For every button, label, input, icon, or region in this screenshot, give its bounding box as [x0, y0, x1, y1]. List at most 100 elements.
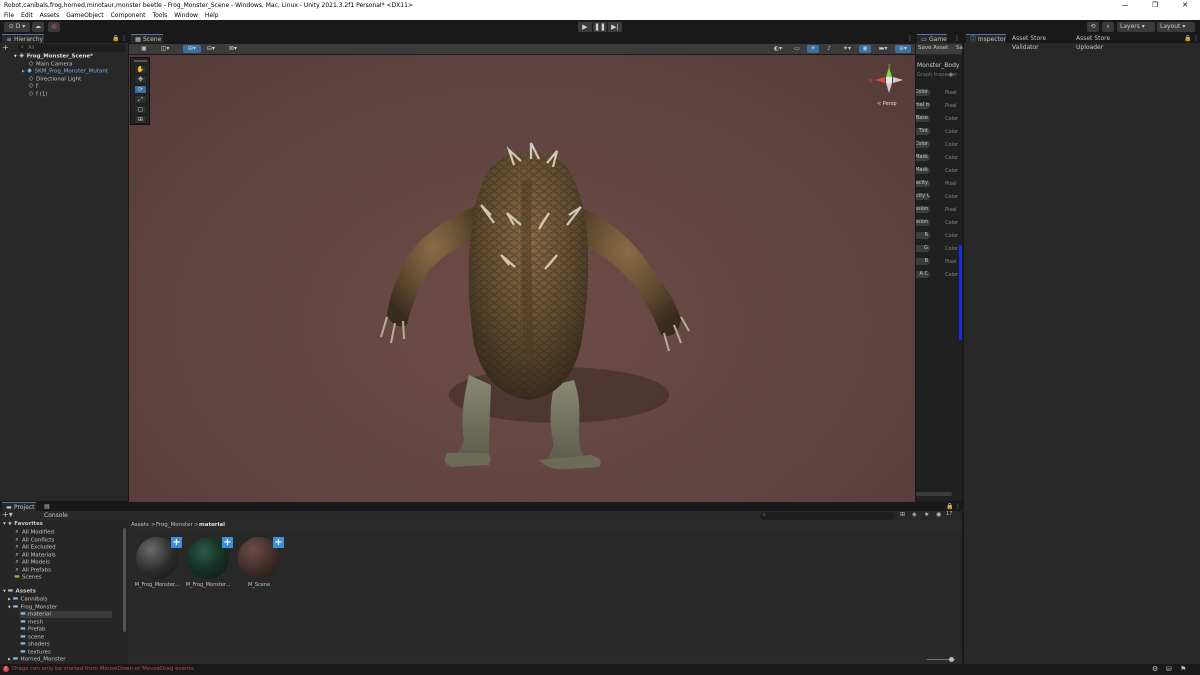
render-mode-button[interactable]: ◐▾: [769, 45, 787, 53]
draw-mode-button[interactable]: ▣: [137, 45, 151, 53]
tree-scrollbar[interactable]: [123, 528, 126, 632]
favorite-item[interactable]: ⌕ All Models: [14, 559, 50, 566]
collab-icon[interactable]: ◍: [48, 22, 60, 32]
minimize-button[interactable]: —: [1110, 0, 1140, 11]
layers-dropdown[interactable]: Layers ▾: [1117, 22, 1155, 32]
effects-button[interactable]: ✦▾: [839, 45, 855, 53]
status-message[interactable]: Drags can only be started from MouseDown…: [12, 666, 194, 672]
menu-file[interactable]: File: [4, 11, 14, 20]
search-icon[interactable]: ⌕: [1102, 22, 1114, 32]
folder-item[interactable]: ▸ ▬ Horned_Monster: [8, 656, 66, 663]
favorite-search-icon[interactable]: ★: [924, 511, 929, 518]
property-pill[interactable]: Mask: [916, 154, 930, 161]
lock-icon[interactable]: 🔒: [112, 35, 119, 42]
folder-item[interactable]: ▬ textures: [20, 648, 51, 656]
camera-button[interactable]: ▬▾: [875, 45, 891, 53]
property-pill[interactable]: Color: [916, 141, 930, 148]
property-pill[interactable]: Opacity C: [916, 193, 930, 200]
scene-viewport[interactable]: ✋ ✥ ⟳ ⤢ ▢ ⊞ y x < Persp: [129, 55, 915, 502]
menu-edit[interactable]: Edit: [21, 11, 33, 20]
more-icon[interactable]: ⋮: [1193, 35, 1199, 42]
account-button[interactable]: ⊙ D ▾: [4, 22, 30, 32]
lock-icon[interactable]: 🔒: [946, 503, 953, 510]
folder-item[interactable]: ▬ shaders: [20, 641, 50, 648]
menu-assets[interactable]: Assets: [40, 11, 60, 20]
favorite-item[interactable]: ⌕ All Conflicts: [14, 536, 54, 544]
play-button[interactable]: ▶: [578, 22, 592, 32]
maximize-button[interactable]: ❐: [1140, 0, 1170, 11]
menu-gameobject[interactable]: GameObject: [66, 11, 103, 20]
folder-item[interactable]: ▾ ▬ Frog_Monster: [8, 603, 57, 611]
tab-inspector[interactable]: ⓘ Inspector: [966, 34, 1006, 43]
hidden-packages-icon[interactable]: ◉: [936, 511, 941, 518]
breadcrumb-frog-monster[interactable]: Frog_Monster: [156, 522, 193, 528]
favorite-item[interactable]: ⌕ All Materials: [14, 551, 55, 559]
menu-window[interactable]: Window: [174, 11, 198, 20]
more-icon[interactable]: ⋮: [121, 35, 127, 42]
folder-item[interactable]: ▸ ▬ Cannibals: [8, 596, 47, 603]
menu-tools[interactable]: Tools: [152, 11, 167, 20]
lighting-toggle[interactable]: ☀: [807, 45, 819, 53]
status-icon-1[interactable]: ⚙: [1152, 665, 1158, 673]
shading-mode-button[interactable]: ◫▾: [157, 45, 173, 53]
property-pill[interactable]: Mask: [916, 167, 930, 174]
hierarchy-search-input[interactable]: ⌕ All: [18, 44, 126, 52]
property-pill[interactable]: Emission: [916, 206, 930, 213]
history-icon[interactable]: ⟲: [1087, 22, 1099, 32]
asset-item[interactable]: + M_Scene: [236, 537, 284, 588]
tab-game[interactable]: ▭ Game: [917, 34, 947, 43]
more-icon[interactable]: ⋮: [907, 35, 913, 42]
layout-dropdown[interactable]: Layout ▾: [1157, 22, 1195, 32]
assets-header[interactable]: ▾ ▬ Assets: [3, 588, 36, 595]
status-icon-3[interactable]: ⚑: [1180, 665, 1186, 673]
step-button[interactable]: ▶|: [608, 22, 622, 32]
snap-increment-button[interactable]: ⊠▾: [225, 45, 241, 53]
favorites-header[interactable]: ▾ ★ Favorites: [3, 521, 43, 528]
status-icon-2[interactable]: ⛁: [1166, 665, 1172, 673]
cloud-icon[interactable]: ☁: [32, 22, 44, 32]
tab-scene[interactable]: ▦ Scene: [131, 34, 163, 43]
tab-asset-store-uploader[interactable]: Asset Store Uploader: [1072, 34, 1138, 51]
project-search-input[interactable]: ⌕: [760, 512, 894, 520]
hierarchy-item[interactable]: ▾ ◈ Frog_Monster_Scene*: [14, 53, 93, 60]
add-icon[interactable]: +: [222, 537, 233, 548]
hierarchy-item[interactable]: ▸ ◆ SKM_Frog_Monster_Mutant: [22, 68, 108, 75]
gizmos-button[interactable]: ⊕▾: [895, 45, 911, 53]
pause-button[interactable]: ❚❚: [593, 22, 607, 32]
asset-item[interactable]: + M_Frog_Monster...: [134, 537, 182, 588]
create-asset-button[interactable]: +▾: [2, 511, 13, 519]
add-object-button[interactable]: +: [2, 44, 10, 52]
property-pill[interactable]: Opacity: [916, 180, 930, 187]
frog-monster-model[interactable]: [129, 55, 915, 502]
zoom-slider-handle[interactable]: [949, 657, 954, 662]
property-pill[interactable]: Base: [916, 115, 930, 122]
property-pill[interactable]: Emission C: [916, 219, 930, 226]
breadcrumb-assets[interactable]: Assets: [131, 522, 149, 528]
add-property-button[interactable]: +: [948, 71, 954, 79]
visibility-toggle[interactable]: ◉: [859, 45, 871, 53]
property-pill[interactable]: Color: [916, 89, 930, 96]
save-as-button[interactable]: Sa: [956, 45, 963, 51]
horizontal-scrollbar[interactable]: [916, 492, 952, 496]
property-pill[interactable]: R: [916, 232, 930, 239]
property-pill[interactable]: A C: [916, 271, 930, 278]
folder-item[interactable]: ▬ Prefab: [20, 626, 45, 633]
lock-icon[interactable]: 🔒: [1184, 35, 1191, 42]
save-asset-button[interactable]: Save Asset: [918, 45, 948, 51]
error-icon[interactable]: !: [3, 666, 9, 672]
folder-item[interactable]: ▬ material: [20, 611, 112, 618]
transform-snap-button[interactable]: ⊞▾: [183, 45, 201, 53]
menu-component[interactable]: Component: [111, 11, 146, 20]
hierarchy-item[interactable]: ◇ f: [28, 83, 38, 90]
breadcrumb-material[interactable]: material: [199, 522, 225, 528]
tab-console[interactable]: ▤ Console: [40, 502, 74, 519]
property-pill[interactable]: B: [916, 258, 930, 265]
close-button[interactable]: ✕: [1170, 0, 1200, 11]
hierarchy-item[interactable]: ◇ Directional Light: [28, 75, 82, 83]
asset-item[interactable]: + M_Frog_Monster...: [185, 537, 233, 588]
hierarchy-item[interactable]: ◇ f (1): [28, 90, 48, 98]
tab-asset-store-validator[interactable]: Asset Store Validator: [1008, 34, 1072, 51]
hierarchy-item[interactable]: ◇ Main Camera: [28, 60, 73, 68]
2d-toggle[interactable]: ▭: [791, 45, 803, 53]
more-icon[interactable]: ⋮: [954, 35, 960, 42]
